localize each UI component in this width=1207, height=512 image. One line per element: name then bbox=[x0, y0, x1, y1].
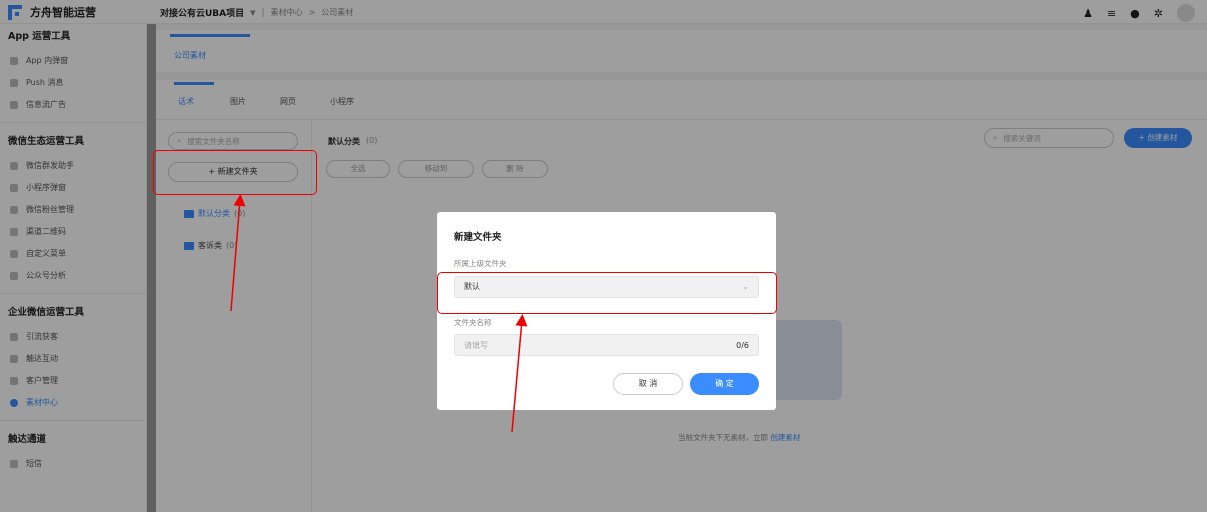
annotation-arrows bbox=[230, 194, 528, 433]
annotation-arrow-new-folder bbox=[230, 194, 246, 312]
annotation-arrow-parent-select bbox=[511, 314, 528, 433]
